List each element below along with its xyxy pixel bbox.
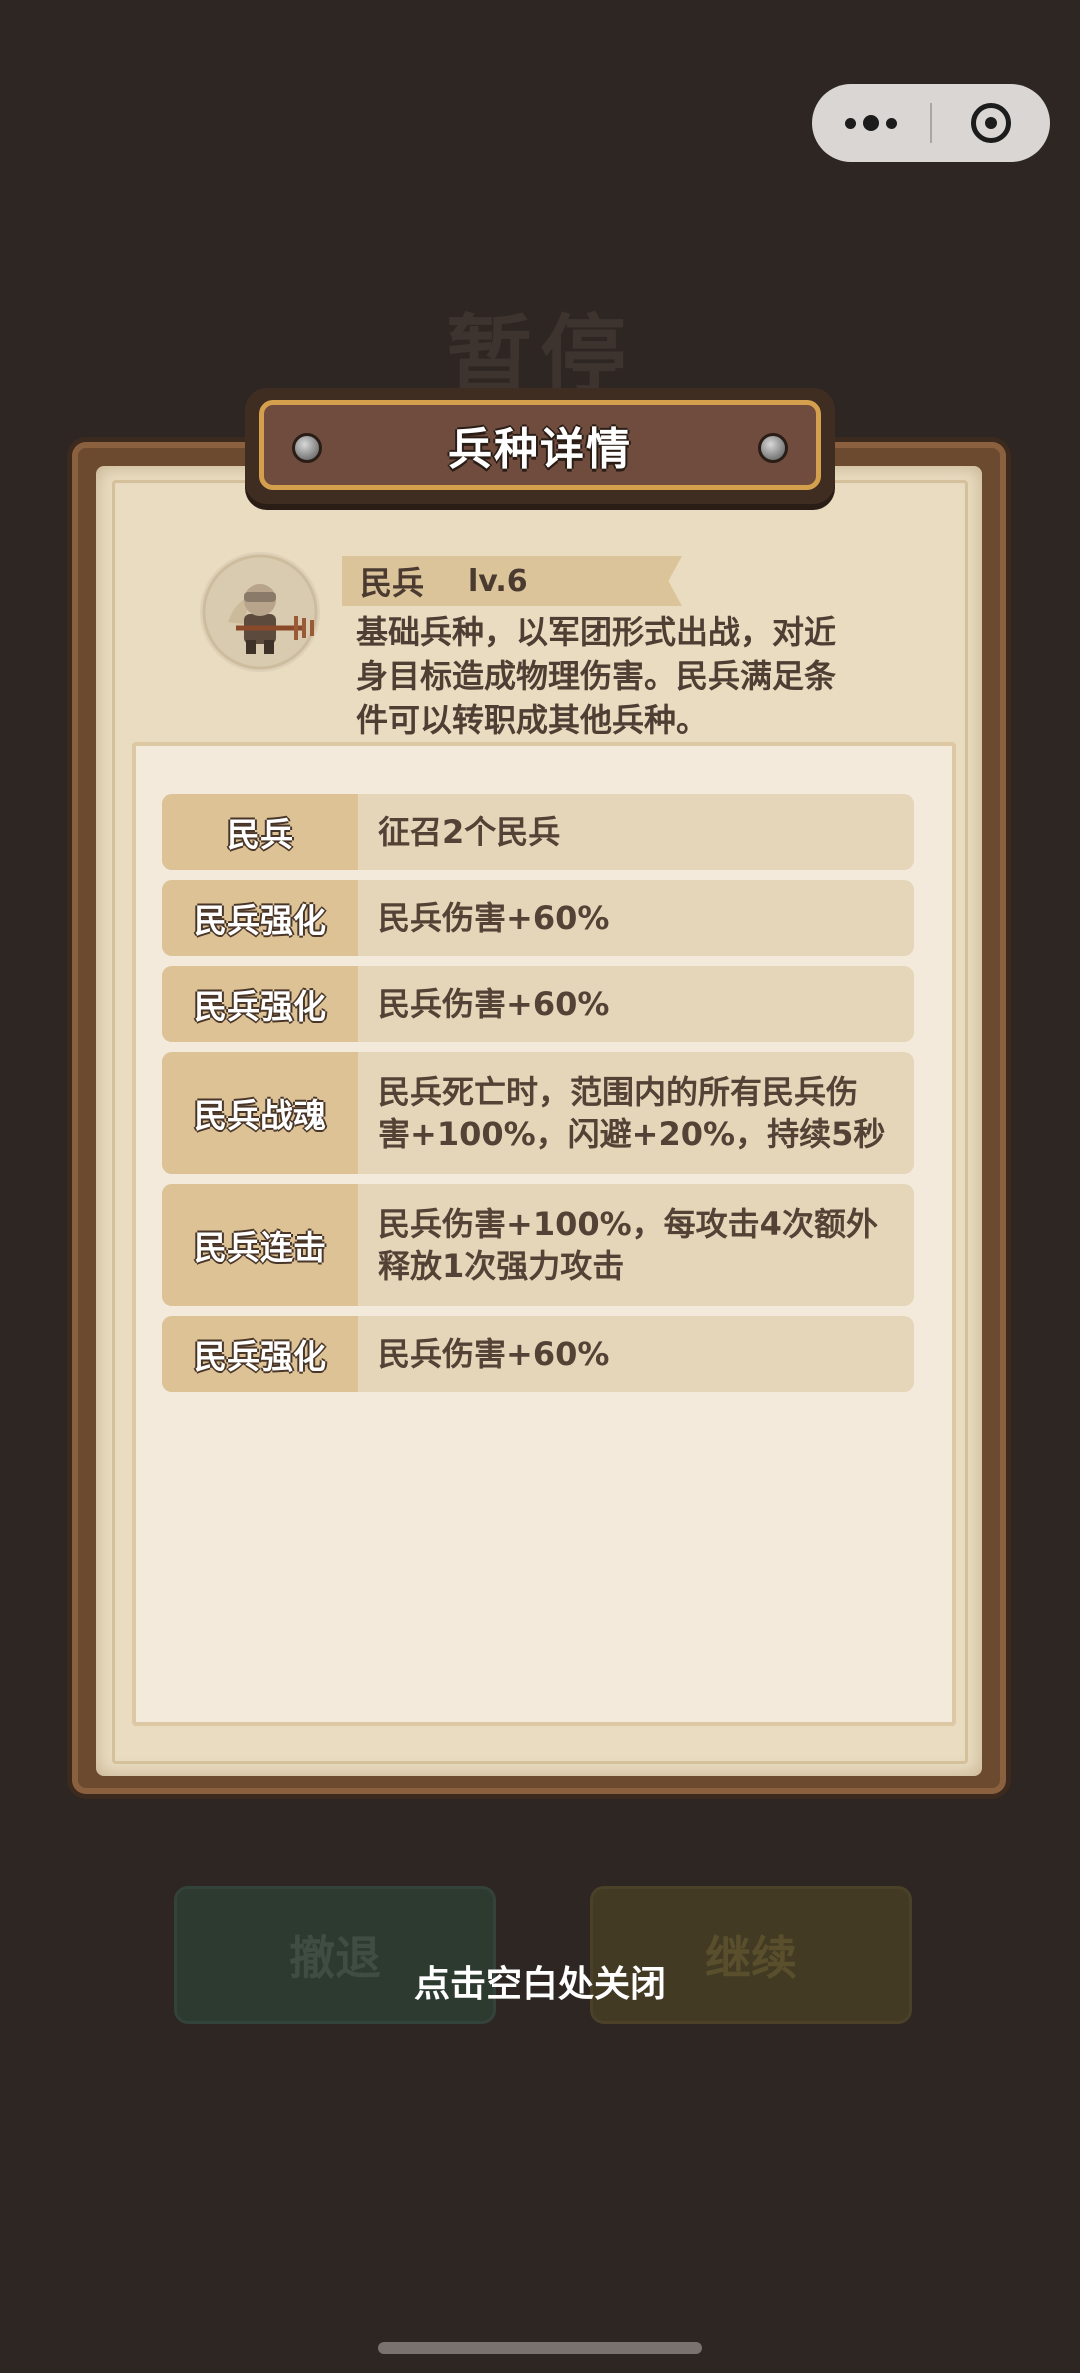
upgrade-row: 民兵连击 民兵伤害+100%，每攻击4次额外 释放1次强力攻击 (162, 1184, 914, 1306)
upgrade-effect: 民兵伤害+100%，每攻击4次额外 释放1次强力攻击 (378, 1205, 878, 1285)
upgrade-label: 民兵强化 (162, 966, 358, 1042)
rivet-icon (292, 433, 322, 463)
upgrade-list: 民兵 征召2个民兵 民兵强化 民兵伤害+60% 民兵强化 民兵伤害+60% 民兵… (162, 794, 914, 1402)
upgrade-row: 民兵战魂 民兵死亡时，范围内的所有民兵伤 害+100%，闪避+20%，持续5秒 (162, 1052, 914, 1174)
unit-name-ribbon: 民兵 lv.6 (342, 556, 682, 606)
description-line: 件可以转职成其他兵种。 (356, 701, 709, 739)
upgrade-row: 民兵 征召2个民兵 (162, 794, 914, 870)
unit-description: 基础兵种，以军团形式出战，对近 身目标造成物理伤害。民兵满足条 件可以转职成其他… (356, 610, 916, 742)
description-line: 基础兵种，以军团形式出战，对近 (356, 613, 837, 651)
upgrade-effect: 民兵伤害+60% (378, 985, 610, 1023)
upgrade-effect: 民兵死亡时，范围内的所有民兵伤 害+100%，闪避+20%，持续5秒 (378, 1073, 886, 1153)
tap-to-close-hint[interactable]: 点击空白处关闭 (0, 1955, 1080, 2007)
dialog-title: 兵种详情 (448, 424, 632, 475)
upgrade-label: 民兵战魂 (162, 1052, 358, 1174)
upgrade-effect: 征召2个民兵 (378, 813, 561, 851)
target-close-icon[interactable] (932, 84, 1050, 162)
description-line: 身目标造成物理伤害。民兵满足条 (356, 657, 837, 695)
unit-level: lv.6 (468, 563, 528, 599)
home-indicator (378, 2342, 702, 2354)
upgrade-row: 民兵强化 民兵伤害+60% (162, 966, 914, 1042)
upgrade-label: 民兵强化 (162, 880, 358, 956)
upgrade-row: 民兵强化 民兵伤害+60% (162, 1316, 914, 1392)
upgrade-label: 民兵强化 (162, 1316, 358, 1392)
unit-name: 民兵 (360, 564, 425, 602)
miniprogram-capsule (812, 84, 1050, 162)
upgrade-effect: 民兵伤害+60% (378, 1335, 610, 1373)
militia-portrait-icon (200, 552, 320, 672)
dialog-title-plate: 兵种详情 (245, 388, 835, 504)
upgrade-row: 民兵强化 民兵伤害+60% (162, 880, 914, 956)
upgrade-label: 民兵连击 (162, 1184, 358, 1306)
more-dots-icon[interactable] (812, 84, 930, 162)
upgrade-label: 民兵 (162, 794, 358, 870)
upgrade-effect: 民兵伤害+60% (378, 899, 610, 937)
rivet-icon (758, 433, 788, 463)
